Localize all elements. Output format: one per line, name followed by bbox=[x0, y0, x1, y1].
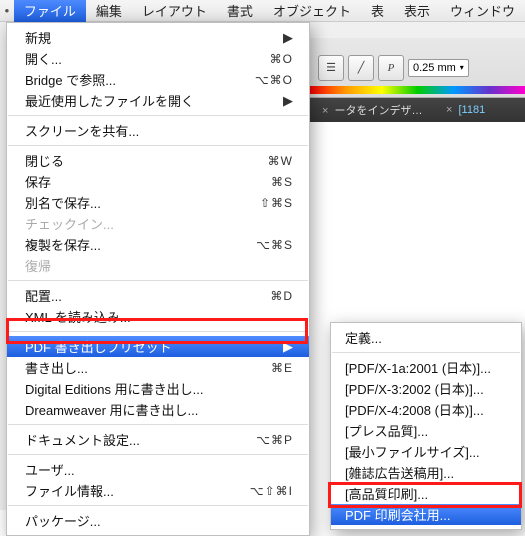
menu-user[interactable]: ユーザ... bbox=[7, 459, 309, 480]
menu-save[interactable]: 保存 ⌘S bbox=[7, 171, 309, 192]
menu-export[interactable]: 書き出し... ⌘E bbox=[7, 357, 309, 378]
shortcut: ⌘O bbox=[270, 52, 293, 66]
preset-magazine[interactable]: [雑誌広告送稿用]... bbox=[331, 462, 521, 483]
shortcut: ⌥⌘O bbox=[255, 73, 293, 87]
close-icon[interactable]: × bbox=[446, 104, 452, 116]
paragraph-icon[interactable]: P bbox=[378, 55, 404, 81]
preset-small[interactable]: [最小ファイルサイズ]... bbox=[331, 441, 521, 462]
shortcut: ⌥⌘S bbox=[256, 238, 293, 252]
submenu-arrow-icon: ▶ bbox=[281, 339, 293, 355]
tool-button[interactable]: ☰ bbox=[318, 55, 344, 81]
preset-x4[interactable]: [PDF/X-4:2008 (日本)]... bbox=[331, 399, 521, 420]
shortcut: ⌥⇧⌘I bbox=[250, 484, 293, 498]
file-menu: 新規 ▶ 開く... ⌘O Bridge で参照... ⌥⌘O 最近使用したファ… bbox=[6, 22, 310, 536]
stroke-value: 0.25 mm bbox=[413, 62, 456, 74]
submenu-arrow-icon: ▶ bbox=[281, 30, 293, 46]
menu-format[interactable]: 書式 bbox=[217, 0, 263, 22]
menu-close[interactable]: 閉じる ⌘W bbox=[7, 150, 309, 171]
separator bbox=[8, 115, 308, 116]
menubar: • ファイル 編集 レイアウト 書式 オブジェクト 表 表示 ウィンドウ bbox=[0, 0, 525, 22]
separator bbox=[8, 280, 308, 281]
preset-x1a[interactable]: [PDF/X-1a:2001 (日本)]... bbox=[331, 357, 521, 378]
tab-label: ータをインデザインC... bbox=[335, 105, 437, 117]
menu-package[interactable]: パッケージ... bbox=[7, 510, 309, 531]
menu-import-xml[interactable]: XML を読み込み... bbox=[7, 306, 309, 327]
pdf-presets-submenu: 定義... [PDF/X-1a:2001 (日本)]... [PDF/X-3:2… bbox=[330, 322, 522, 530]
preset-high-quality[interactable]: [高品質印刷]... bbox=[331, 483, 521, 504]
menu-open-recent[interactable]: 最近使用したファイルを開く ▶ bbox=[7, 90, 309, 111]
menu-table[interactable]: 表 bbox=[361, 0, 394, 22]
menu-share-screen[interactable]: スクリーンを共有... bbox=[7, 120, 309, 141]
document-tab[interactable]: × [1181 bbox=[440, 102, 491, 118]
separator bbox=[8, 331, 308, 332]
menu-place[interactable]: 配置... ⌘D bbox=[7, 285, 309, 306]
separator bbox=[332, 352, 520, 353]
menu-open[interactable]: 開く... ⌘O bbox=[7, 48, 309, 69]
menu-revert: 復帰 bbox=[7, 255, 309, 276]
preset-x3[interactable]: [PDF/X-3:2002 (日本)]... bbox=[331, 378, 521, 399]
stroke-weight-field[interactable]: 0.25 mm ▾ bbox=[408, 59, 469, 77]
document-tab[interactable]: × ータをインデザインC... bbox=[316, 100, 436, 120]
shortcut: ⌥⌘P bbox=[256, 433, 293, 447]
preset-press[interactable]: [プレス品質]... bbox=[331, 420, 521, 441]
separator bbox=[8, 424, 308, 425]
menu-object[interactable]: オブジェクト bbox=[263, 0, 361, 22]
menu-document-setup[interactable]: ドキュメント設定... ⌥⌘P bbox=[7, 429, 309, 450]
menu-save-as[interactable]: 別名で保存... ⇧⌘S bbox=[7, 192, 309, 213]
menu-save-copy[interactable]: 複製を保存... ⌥⌘S bbox=[7, 234, 309, 255]
menu-view[interactable]: 表示 bbox=[394, 0, 440, 22]
chevron-down-icon: ▾ bbox=[460, 63, 464, 72]
apple-icon: • bbox=[0, 3, 14, 18]
separator bbox=[8, 454, 308, 455]
menu-edit[interactable]: 編集 bbox=[86, 0, 132, 22]
tool-button[interactable]: ╱ bbox=[348, 55, 374, 81]
shortcut: ⇧⌘S bbox=[260, 196, 293, 210]
shortcut: ⌘W bbox=[268, 154, 293, 168]
menu-file-info[interactable]: ファイル情報... ⌥⇧⌘I bbox=[7, 480, 309, 501]
preset-define[interactable]: 定義... bbox=[331, 327, 521, 348]
shortcut: ⌘E bbox=[271, 361, 293, 375]
menu-pdf-export-presets[interactable]: PDF 書き出しプリセット ▶ bbox=[7, 336, 309, 357]
tab-label: [1181 bbox=[459, 104, 486, 116]
menu-checkin: チェックイン... bbox=[7, 213, 309, 234]
close-icon[interactable]: × bbox=[322, 105, 328, 117]
separator bbox=[8, 145, 308, 146]
menu-export-dreamweaver[interactable]: Dreamweaver 用に書き出し... bbox=[7, 399, 309, 420]
menu-new[interactable]: 新規 ▶ bbox=[7, 27, 309, 48]
document-tabs: × ータをインデザインC... × [1181 bbox=[310, 98, 525, 122]
menu-layout[interactable]: レイアウト bbox=[132, 0, 217, 22]
color-spectrum[interactable] bbox=[310, 86, 525, 94]
preset-printer[interactable]: PDF 印刷会社用... bbox=[331, 504, 521, 525]
menu-export-digital-editions[interactable]: Digital Editions 用に書き出し... bbox=[7, 378, 309, 399]
menu-file[interactable]: ファイル bbox=[14, 0, 86, 22]
shortcut: ⌘S bbox=[271, 175, 293, 189]
menu-window[interactable]: ウィンドウ bbox=[440, 0, 525, 22]
separator bbox=[8, 505, 308, 506]
shortcut: ⌘D bbox=[270, 289, 293, 303]
menu-browse-bridge[interactable]: Bridge で参照... ⌥⌘O bbox=[7, 69, 309, 90]
submenu-arrow-icon: ▶ bbox=[281, 93, 293, 109]
